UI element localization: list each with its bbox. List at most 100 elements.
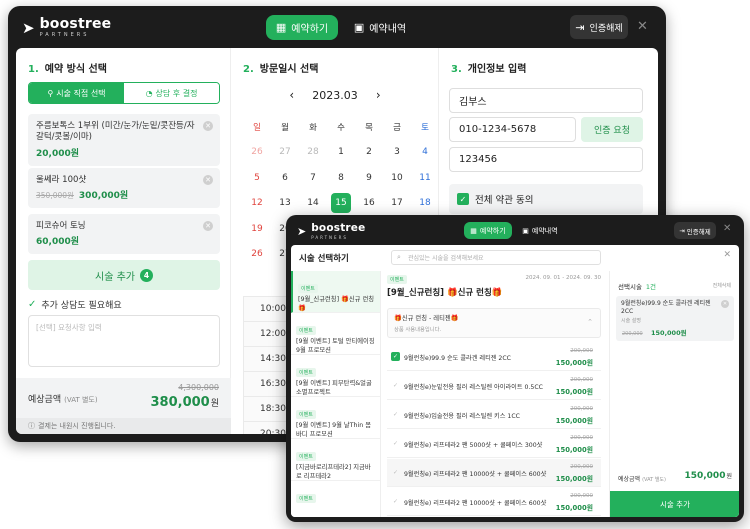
calendar-day[interactable]: 2 xyxy=(355,140,383,166)
close-icon[interactable]: ✕ xyxy=(723,250,731,260)
event-list-item[interactable]: 이벤트 [9월 이벤트] 토털 안티에이징 9월 프로모션 xyxy=(291,313,380,355)
brand-sub: PARTNERS xyxy=(39,32,90,38)
calendar-header: ‹ 2023.03 › xyxy=(231,88,439,102)
close-icon[interactable]: ✕ xyxy=(723,223,731,234)
memo-input[interactable]: [선택] 요청사항 입력 xyxy=(28,315,220,367)
option-row[interactable]: ✓ 9월런칭e)99.9 순도 콜라겐 레티젠 2CC 200,000 150,000… xyxy=(387,343,601,371)
brand-logo: ➤ boostree PARTNERS xyxy=(297,223,365,240)
verify-code-field[interactable]: 123456 xyxy=(449,147,643,172)
add-service-button[interactable]: 시술 추가 4 xyxy=(28,260,220,290)
calendar-day-selected[interactable]: 15 xyxy=(327,191,355,217)
calendar-day[interactable]: 13 xyxy=(271,191,299,217)
calendar-day[interactable]: 11 xyxy=(411,165,439,191)
check-icon[interactable]: ✓ xyxy=(391,497,400,506)
option-row[interactable]: ✓ 9월런칭e) 리프테라2 팬 10000샷 + 쿨페이스 600샷 200,00… xyxy=(387,459,601,487)
check-icon: ✓ xyxy=(457,193,469,205)
calendar-day[interactable]: 1 xyxy=(327,140,355,166)
chevron-left-icon[interactable]: ‹ xyxy=(275,88,309,102)
option-name: 9월런칭e)눈밑전용 필러 레스틸렌 아이라이트 0.5CC xyxy=(404,384,543,391)
chevron-right-icon[interactable]: › xyxy=(361,88,395,102)
remove-icon[interactable]: ✕ xyxy=(721,300,729,308)
date-title: 2. 방문일시 선택 xyxy=(243,60,318,75)
check-icon[interactable]: ✓ xyxy=(391,439,400,448)
selected-label: 선택시술 xyxy=(618,283,642,291)
payment-notice-text: 결제는 내원시 진행됩니다. xyxy=(38,422,116,430)
event-list-item[interactable]: 이벤트 [9월_신규런칭] 🎁신규 런칭🎁 xyxy=(291,271,380,313)
event-list-item[interactable]: 이벤트 [지금바로리프테라2] 지금바로 리프테라2 xyxy=(291,439,380,481)
remove-icon[interactable]: ✕ xyxy=(203,121,213,131)
toggle-consult[interactable]: ◔ 상담 후 결정 xyxy=(124,83,219,103)
tab-history[interactable]: ▣ 예약내역 xyxy=(344,15,416,40)
calendar-day[interactable]: 4 xyxy=(411,140,439,166)
event-subgroup[interactable]: 🎁신규 런칭 - 레티젠🎁 상품 사용내용입니다. ⌃ xyxy=(387,308,601,338)
check-icon[interactable]: ✓ xyxy=(391,352,400,361)
calendar-day[interactable]: 14 xyxy=(299,191,327,217)
calendar-day-number: 2 xyxy=(366,147,372,158)
service-search-input[interactable]: ⌕ 관심있는 시술을 검색해보세요 xyxy=(391,250,601,265)
option-old-price: 200,000 xyxy=(570,377,593,383)
calendar-month: 2023.03 xyxy=(312,89,358,102)
name-field[interactable]: 김부스 xyxy=(449,88,643,113)
service-price-value: 60,000원 xyxy=(36,237,80,248)
calendar-day[interactable]: 19 xyxy=(243,216,271,242)
calendar-day[interactable]: 12 xyxy=(243,191,271,217)
calendar-day[interactable]: 3 xyxy=(383,140,411,166)
method-title-text: 예약 방식 선택 xyxy=(44,64,107,75)
check-icon[interactable]: ✓ xyxy=(391,410,400,419)
calendar-day[interactable]: 28 xyxy=(299,140,327,166)
calendar-day[interactable]: 9 xyxy=(355,165,383,191)
calendar-day[interactable]: 26 xyxy=(243,140,271,166)
calendar-day[interactable]: 8 xyxy=(327,165,355,191)
calendar-day[interactable]: 26 xyxy=(243,242,271,268)
extra-consult-checkbox[interactable]: ✓ 추가 상담도 필요해요 xyxy=(28,298,122,311)
weekday-label: 일 xyxy=(253,122,261,133)
option-row[interactable]: ✓ 9월런칭e)눈밑전용 필러 레스틸렌 아이라이트 0.5CC 200,000 15… xyxy=(387,372,601,400)
calendar-icon: ▦ xyxy=(275,21,287,34)
selected-header: 선택시술 1건 xyxy=(618,281,656,291)
calendar-day[interactable]: 18 xyxy=(411,191,439,217)
paper-plane-icon: ➤ xyxy=(297,224,307,238)
event-list-item[interactable]: 이벤트 [9월 이벤트] 피부탄력&얼굴소멸프로젝트 xyxy=(291,355,380,397)
calendar-day[interactable]: 5 xyxy=(243,165,271,191)
cert-release-button[interactable]: ⇥ 인증해제 xyxy=(674,222,716,239)
tab-booking[interactable]: ▦ 예약하기 xyxy=(266,15,338,40)
service-price: 20,000원 xyxy=(36,146,212,159)
calendar-day[interactable]: 6 xyxy=(271,165,299,191)
toggle-direct[interactable]: ⚲ 시술 직접 선택 xyxy=(29,83,124,103)
check-icon[interactable]: ✓ xyxy=(391,381,400,390)
add-service-submit-button[interactable]: 시술 추가 xyxy=(610,491,739,517)
calendar-day[interactable]: 10 xyxy=(383,165,411,191)
close-icon[interactable]: ✕ xyxy=(637,19,648,34)
cert-release-button[interactable]: ⇥ 인증해제 xyxy=(570,15,628,39)
calendar-day[interactable]: 7 xyxy=(299,165,327,191)
calendar-day[interactable]: 27 xyxy=(271,140,299,166)
cert-release-label: 인증해제 xyxy=(589,23,623,34)
calendar-day-number: 4 xyxy=(422,147,428,158)
event-list-item[interactable]: 이벤트 xyxy=(291,481,380,517)
option-row[interactable]: ✓ 9월런칭e)입술전용 필러 레스틸렌 키스 1CC 200,000 150,000… xyxy=(387,401,601,429)
event-list-item[interactable]: 이벤트 [9월 이벤트] 9월 날Thin 몸바디 프로모션 xyxy=(291,397,380,439)
remove-icon[interactable]: ✕ xyxy=(203,175,213,185)
calendar-day[interactable]: 17 xyxy=(383,191,411,217)
delete-all-button[interactable]: 전체삭제 xyxy=(713,282,731,289)
tab-booking[interactable]: ▦ 예약하기 xyxy=(464,222,512,239)
tab-history[interactable]: ▣ 예약내역 xyxy=(516,222,564,239)
total-price-value: 380,000 xyxy=(150,395,210,410)
subgroup-desc: 상품 사용내용입니다. xyxy=(394,327,442,333)
option-row[interactable]: ✓ 9월런칭e) 리프테라2 팬 10000샷 + 쿨페이스 600샷 200,00… xyxy=(387,488,601,516)
selected-total-price: 150,000원 xyxy=(684,471,732,481)
calendar-day[interactable]: 16 xyxy=(355,191,383,217)
search-placeholder: 관심있는 시술을 검색해보세요 xyxy=(408,255,484,262)
option-row[interactable]: ✓ 9월런칭e) 리프테라2 팬 5000샷 + 쿨페이스 300샷 200,000… xyxy=(387,430,601,458)
remove-icon[interactable]: ✕ xyxy=(203,221,213,231)
tab-history-label: 예약내역 xyxy=(369,24,407,35)
event-list-title: [9월 이벤트] 토털 안티에이징 9월 프로모션 xyxy=(296,338,375,354)
method-toggle: ⚲ 시술 직접 선택 ◔ 상담 후 결정 xyxy=(28,82,220,104)
total-old-price: 4,300,000 xyxy=(178,383,219,392)
agree-all-checkbox[interactable]: ✓ 전체 약관 동의 xyxy=(449,184,643,214)
event-tag: 이벤트 xyxy=(296,326,316,335)
verify-request-button[interactable]: 인증 요청 xyxy=(581,117,643,142)
phone-field[interactable]: 010-1234-5678 xyxy=(449,117,576,142)
calendar-day-number: 10 xyxy=(391,172,403,183)
check-icon[interactable]: ✓ xyxy=(391,468,400,477)
